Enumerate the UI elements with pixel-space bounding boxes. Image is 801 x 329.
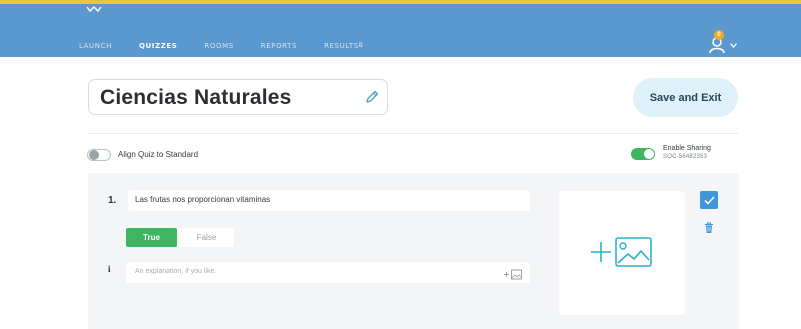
user-menu[interactable]: 0: [707, 30, 737, 54]
nav-launch[interactable]: LAUNCH: [79, 42, 112, 50]
nav-results-label: RESULTS: [324, 42, 359, 50]
quiz-title-field[interactable]: Ciencias Naturales: [88, 79, 388, 115]
divider: [88, 133, 738, 134]
explanation-input[interactable]: An explanation, if you like.: [126, 262, 530, 283]
main-nav: LAUNCH QUIZZES ROOMS REPORTS RESULTSβ: [79, 42, 391, 50]
quiz-title: Ciencias Naturales: [100, 86, 292, 109]
nav-rooms[interactable]: ROOMS: [204, 42, 233, 50]
sharing-code: SOC-56482353: [663, 154, 708, 160]
enable-sharing-label: Enable Sharing: [663, 145, 711, 152]
enable-sharing-toggle[interactable]: [631, 148, 655, 160]
pencil-icon[interactable]: [365, 90, 379, 104]
chevron-down-icon: [730, 43, 737, 48]
question-text-input[interactable]: Las frutas nos proporcionan vitaminas: [128, 190, 530, 211]
save-and-exit-button[interactable]: Save and Exit: [633, 78, 738, 117]
question-number: 1.: [108, 195, 117, 206]
nav-quizzes[interactable]: QUIZZES: [139, 42, 177, 50]
add-media-icon[interactable]: [501, 267, 523, 285]
add-image-panel[interactable]: [559, 191, 685, 315]
notification-badge: 0: [714, 30, 724, 40]
false-option-button[interactable]: False: [179, 228, 234, 247]
checkmark-icon: [703, 195, 715, 205]
true-option-button[interactable]: True: [126, 228, 177, 247]
toggle-knob: [89, 150, 99, 160]
info-icon: i: [108, 264, 111, 274]
toggle-knob: [644, 149, 654, 159]
align-standard-toggle[interactable]: [87, 149, 111, 161]
align-standard-label: Align Quiz to Standard: [118, 150, 199, 159]
beta-mark: β: [358, 42, 364, 49]
image-small-icon: [504, 269, 522, 280]
explanation-placeholder: An explanation, if you like.: [135, 268, 217, 275]
nav-reports[interactable]: REPORTS: [261, 42, 297, 50]
top-nav-bar: LAUNCH QUIZZES ROOMS REPORTS RESULTSβ 0: [0, 0, 801, 57]
save-question-button[interactable]: [700, 191, 718, 209]
add-image-icon: [591, 237, 652, 267]
question-text: Las frutas nos proporcionan vitaminas: [135, 195, 271, 204]
logo-icon[interactable]: [86, 6, 102, 16]
nav-results[interactable]: RESULTSβ: [324, 42, 363, 50]
trash-icon[interactable]: [704, 222, 714, 234]
